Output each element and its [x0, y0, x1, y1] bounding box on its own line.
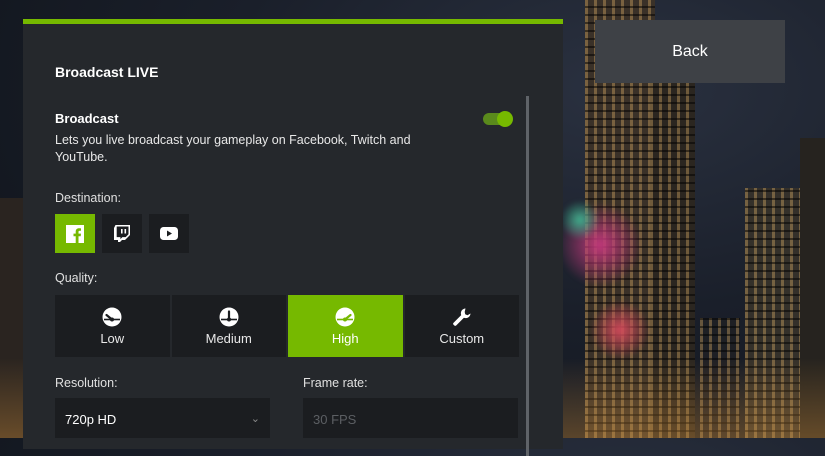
quality-low-label: Low	[100, 330, 125, 346]
quality-custom-label: Custom	[439, 330, 485, 346]
broadcast-heading: Broadcast	[55, 111, 119, 126]
framerate-select[interactable]: 30 FPS	[303, 398, 518, 438]
panel-title: Broadcast LIVE	[55, 64, 159, 80]
broadcast-live-panel: Broadcast LIVE Broadcast Lets you live b…	[23, 19, 563, 456]
quality-high-button[interactable]: High	[288, 295, 403, 357]
gauge-medium-icon	[219, 307, 239, 326]
twitch-icon	[114, 225, 130, 242]
destination-twitch-button[interactable]	[102, 214, 142, 253]
framerate-label: Frame rate:	[303, 376, 368, 390]
quality-selector: Low Medium High Custom	[55, 295, 519, 357]
broadcast-toggle[interactable]	[483, 111, 513, 127]
quality-low-button[interactable]: Low	[55, 295, 170, 357]
resolution-value: 720p HD	[65, 412, 117, 427]
quality-medium-button[interactable]: Medium	[171, 295, 286, 357]
chevron-down-icon: ⌄	[250, 413, 260, 425]
quality-custom-button[interactable]: Custom	[404, 295, 519, 357]
scrollbar[interactable]	[526, 96, 529, 456]
quality-label: Quality:	[55, 271, 98, 285]
framerate-value: 30 FPS	[313, 412, 357, 427]
toggle-knob	[497, 111, 513, 127]
gauge-high-icon	[335, 307, 355, 326]
gauge-low-icon	[102, 307, 122, 326]
facebook-icon	[66, 224, 84, 243]
destination-youtube-button[interactable]	[149, 214, 189, 253]
destination-label: Destination:	[55, 191, 122, 205]
broadcast-description: Lets you live broadcast your gameplay on…	[55, 133, 411, 164]
back-button[interactable]: Back	[595, 20, 785, 83]
wrench-icon	[452, 308, 471, 326]
scrollbar-thumb[interactable]	[526, 96, 529, 456]
quality-medium-label: Medium	[205, 330, 252, 346]
quality-high-label: High	[331, 330, 359, 346]
resolution-label: Resolution:	[55, 376, 118, 390]
destination-facebook-button[interactable]	[55, 214, 95, 253]
youtube-icon	[160, 227, 178, 240]
resolution-select[interactable]: 720p HD ⌄	[55, 398, 270, 438]
